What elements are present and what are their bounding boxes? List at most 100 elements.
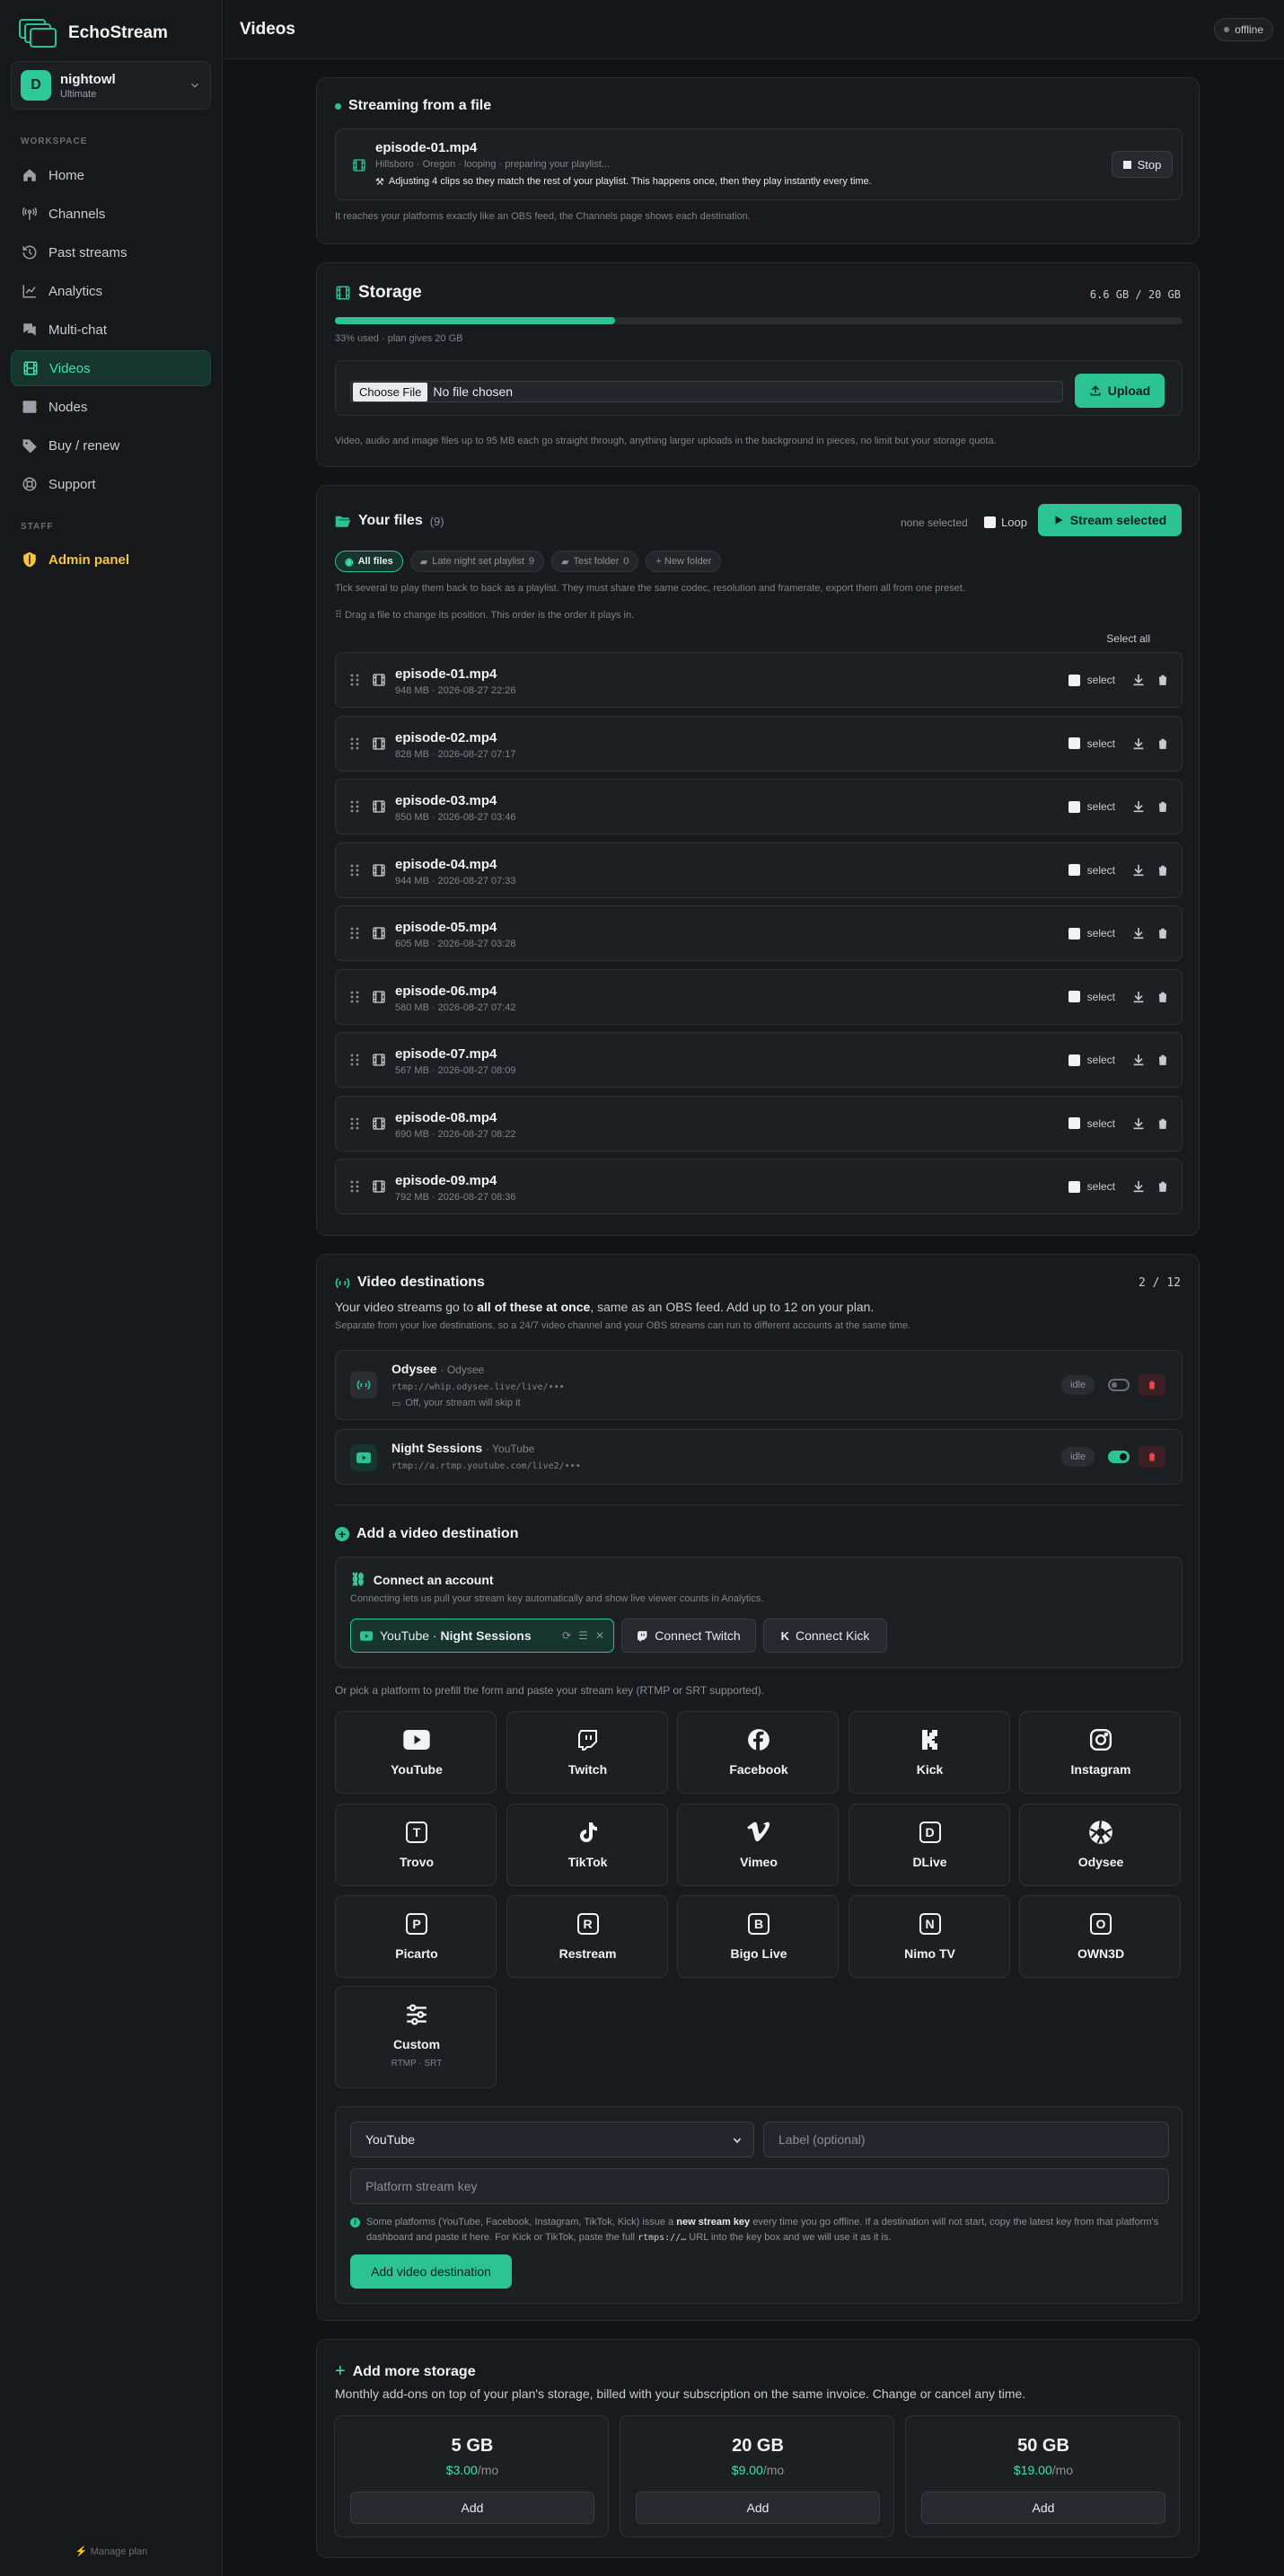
file-row[interactable]: episode-09.mp4 792 MB · 2026-08-27 08:36 s… <box>335 1159 1183 1214</box>
drag-handle-icon[interactable] <box>350 674 359 686</box>
trash-icon[interactable] <box>1156 799 1169 814</box>
add-tier-button[interactable]: Add <box>921 2492 1165 2524</box>
loop-checkbox[interactable] <box>984 516 996 528</box>
sidebar-item-support[interactable]: Support <box>11 466 211 502</box>
choose-file-button[interactable]: Choose File <box>353 382 428 401</box>
drag-handle-icon[interactable] <box>350 991 359 1003</box>
download-icon[interactable] <box>1131 926 1146 940</box>
select-checkbox[interactable] <box>1068 991 1080 1002</box>
sidebar-item-channels[interactable]: Channels <box>11 196 211 232</box>
add-tier-button[interactable]: Add <box>636 2492 880 2524</box>
file-select[interactable]: select <box>1068 864 1115 877</box>
file-select[interactable]: select <box>1068 737 1115 750</box>
platform-tile-tiktok[interactable]: TikTok <box>506 1803 668 1886</box>
file-row[interactable]: episode-05.mp4 605 MB · 2026-08-27 03:28 s… <box>335 905 1183 961</box>
file-select[interactable]: select <box>1068 1054 1115 1066</box>
close-icon[interactable]: ✕ <box>595 1629 604 1642</box>
delete-button[interactable] <box>1139 1446 1165 1468</box>
drag-handle-icon[interactable] <box>350 800 359 813</box>
destination-toggle[interactable] <box>1108 1379 1130 1391</box>
sidebar-item-multi-chat[interactable]: Multi-chat <box>11 312 211 348</box>
platform-tile-instagram[interactable]: Instagram <box>1019 1711 1181 1794</box>
delete-button[interactable] <box>1139 1374 1165 1396</box>
select-checkbox[interactable] <box>1068 1054 1080 1066</box>
connect-kick-button[interactable]: K Connect Kick <box>763 1619 887 1653</box>
file-row[interactable]: episode-02.mp4 828 MB · 2026-08-27 07:17 s… <box>335 715 1183 772</box>
stream-selected-button[interactable]: Stream selected <box>1038 504 1182 536</box>
file-row[interactable]: episode-06.mp4 580 MB · 2026-08-27 07:42 s… <box>335 968 1183 1025</box>
sidebar-item-analytics[interactable]: Analytics <box>11 273 211 309</box>
drag-handle-icon[interactable] <box>350 1117 359 1130</box>
drag-handle-icon[interactable] <box>350 864 359 877</box>
folder-tab-late-night[interactable]: ▰ Late night set playlist 9 <box>409 551 545 572</box>
download-icon[interactable] <box>1131 673 1146 687</box>
connect-twitch-button[interactable]: Connect Twitch <box>621 1619 756 1653</box>
download-icon[interactable] <box>1131 1116 1146 1131</box>
trash-icon[interactable] <box>1156 1116 1169 1131</box>
trash-icon[interactable] <box>1156 673 1169 687</box>
stop-button[interactable]: Stop <box>1112 151 1173 178</box>
drag-handle-icon[interactable] <box>350 1180 359 1193</box>
add-destination-button[interactable]: Add video destination <box>350 2254 512 2289</box>
trash-icon[interactable] <box>1156 737 1169 751</box>
file-row[interactable]: episode-07.mp4 567 MB · 2026-08-27 08:09 s… <box>335 1032 1183 1088</box>
trash-icon[interactable] <box>1156 863 1169 878</box>
platform-tile-picarto[interactable]: P Picarto <box>335 1895 497 1978</box>
platform-select[interactable]: YouTube <box>350 2122 754 2157</box>
file-row[interactable]: episode-01.mp4 948 MB · 2026-08-27 22:26 s… <box>335 652 1183 708</box>
upload-button[interactable]: Upload <box>1075 374 1165 408</box>
drag-handle-icon[interactable] <box>350 1054 359 1066</box>
platform-tile-vimeo[interactable]: Vimeo <box>677 1803 839 1886</box>
loop-toggle[interactable]: Loop <box>984 516 1027 529</box>
platform-tile-facebook[interactable]: Facebook <box>677 1711 839 1794</box>
select-checkbox[interactable] <box>1068 1180 1080 1193</box>
add-tier-button[interactable]: Add <box>350 2492 594 2524</box>
file-row[interactable]: episode-03.mp4 850 MB · 2026-08-27 03:46 s… <box>335 779 1183 834</box>
select-checkbox[interactable] <box>1068 800 1080 813</box>
manage-plan-link[interactable]: ⚡ Manage plan <box>0 2545 223 2557</box>
download-icon[interactable] <box>1131 863 1146 878</box>
sidebar-item-buy-renew[interactable]: Buy / renew <box>11 428 211 463</box>
sidebar-item-admin-panel[interactable]: Admin panel <box>11 542 211 578</box>
connected-youtube-chip[interactable]: YouTube · Night Sessions ⟳ ☰ ✕ <box>350 1619 614 1653</box>
stream-key-input[interactable]: Platform stream key <box>350 2168 1169 2204</box>
download-icon[interactable] <box>1131 1179 1146 1194</box>
platform-tile-restream[interactable]: R Restream <box>506 1895 668 1978</box>
select-checkbox[interactable] <box>1068 864 1080 876</box>
select-checkbox[interactable] <box>1068 927 1080 940</box>
select-all-link[interactable]: Select all <box>1106 632 1150 645</box>
sidebar-item-past-streams[interactable]: Past streams <box>11 234 211 270</box>
file-row[interactable]: episode-08.mp4 690 MB · 2026-08-27 08:22 s… <box>335 1095 1183 1151</box>
refresh-icon[interactable]: ⟳ <box>562 1629 571 1642</box>
select-checkbox[interactable] <box>1068 674 1080 686</box>
drag-handle-icon[interactable] <box>350 927 359 940</box>
platform-tile-own3d[interactable]: O OWN3D <box>1019 1895 1181 1978</box>
download-icon[interactable] <box>1131 990 1146 1004</box>
file-select[interactable]: select <box>1068 674 1115 686</box>
sidebar-item-videos[interactable]: Videos <box>11 350 211 386</box>
new-folder-button[interactable]: + New folder <box>646 551 722 572</box>
platform-tile-dlive[interactable]: D DLive <box>848 1803 1010 1886</box>
download-icon[interactable] <box>1131 1053 1146 1067</box>
trash-icon[interactable] <box>1156 1179 1169 1194</box>
trash-icon[interactable] <box>1156 1053 1169 1067</box>
download-icon[interactable] <box>1131 737 1146 751</box>
sidebar-item-home[interactable]: Home <box>11 157 211 193</box>
platform-tile-bigo-live[interactable]: B Bigo Live <box>677 1895 839 1978</box>
file-select[interactable]: select <box>1068 991 1115 1003</box>
select-checkbox[interactable] <box>1068 1117 1080 1129</box>
drag-handle-icon[interactable] <box>350 737 359 750</box>
file-select[interactable]: select <box>1068 927 1115 940</box>
download-icon[interactable] <box>1131 799 1146 814</box>
file-select[interactable]: select <box>1068 800 1115 813</box>
sidebar-item-nodes[interactable]: Nodes <box>11 389 211 425</box>
platform-tile-trovo[interactable]: T Trovo <box>335 1803 497 1886</box>
list-icon[interactable]: ☰ <box>578 1629 588 1642</box>
destination-toggle[interactable] <box>1108 1451 1130 1463</box>
folder-tab-all-files[interactable]: ◉ All files <box>335 551 403 572</box>
label-input[interactable]: Label (optional) <box>763 2122 1169 2157</box>
file-select[interactable]: select <box>1068 1117 1115 1130</box>
account-switcher[interactable]: D nightowl Ultimate <box>11 61 211 110</box>
platform-tile-nimo-tv[interactable]: N Nimo TV <box>848 1895 1010 1978</box>
brand[interactable]: EchoStream <box>18 18 168 49</box>
